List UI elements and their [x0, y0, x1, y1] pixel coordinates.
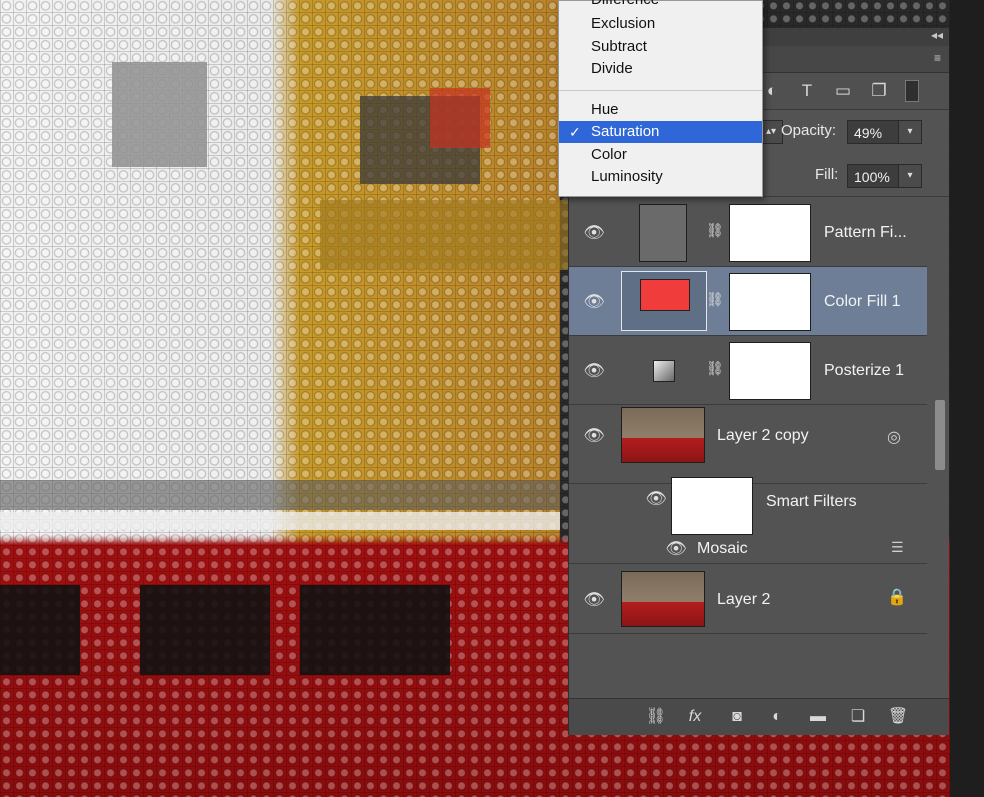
smart-filter-indicator-icon: ◎	[887, 429, 901, 446]
canvas-block-gray-band	[0, 480, 560, 510]
visibility-eye-icon[interactable]: 👁	[583, 425, 605, 447]
menu-item-divide[interactable]: Divide	[559, 58, 762, 80]
link-chain-icon[interactable]: ⛓	[706, 222, 724, 244]
link-chain-icon[interactable]: ⛓	[706, 291, 724, 313]
menu-item-exclusion[interactable]: Exclusion	[559, 13, 762, 35]
opacity-input[interactable]: 49%	[847, 120, 905, 144]
smart-filters-row[interactable]: 👁 Smart Filters	[569, 477, 927, 535]
panel-menu-icon[interactable]: ≡	[934, 51, 941, 65]
layer-name[interactable]: Pattern Fi...	[824, 224, 907, 242]
layers-panel-bottom-bar: ⛓ fx ◙ ◐ ▬ ❏ 🗑	[569, 698, 949, 735]
posterize-icon	[653, 360, 675, 382]
opacity-dropdown-icon[interactable]: ▾	[898, 120, 922, 144]
collapse-icon[interactable]: ◂◂	[931, 28, 943, 42]
adjustment-icon[interactable]: ◐	[765, 706, 789, 728]
filter-mask-thumb[interactable]	[671, 477, 753, 535]
fill-dropdown-icon[interactable]: ▾	[898, 164, 922, 188]
fill-input[interactable]: 100%	[847, 164, 905, 188]
canvas-block-black-mid	[140, 585, 270, 675]
filter-name[interactable]: Mosaic	[697, 540, 748, 558]
menu-item-difference[interactable]: Difference	[559, 0, 762, 11]
shape-filter-icon[interactable]: ▭	[832, 80, 854, 102]
canvas-block-black-left	[0, 585, 80, 675]
layer-name[interactable]: Layer 2 copy	[717, 427, 809, 445]
visibility-eye-icon[interactable]: 👁	[665, 538, 687, 560]
pattern-fill-thumb	[639, 204, 687, 262]
photo-thumb	[621, 571, 705, 627]
visibility-eye-icon[interactable]: 👁	[583, 360, 605, 382]
visibility-eye-icon[interactable]: 👁	[583, 589, 605, 611]
visibility-eye-icon[interactable]: 👁	[583, 291, 605, 313]
link-icon[interactable]: ⛓	[644, 706, 668, 728]
canvas-block-black-right	[300, 585, 450, 675]
layer-mask-thumb[interactable]	[729, 204, 811, 262]
new-layer-icon[interactable]: ❏	[846, 706, 870, 728]
check-icon: ✓	[569, 124, 581, 140]
lock-icon: 🔒	[887, 589, 907, 606]
filter-toggle-icon[interactable]	[905, 80, 919, 102]
canvas-block-red	[430, 88, 490, 148]
menu-item-hue[interactable]: Hue	[559, 99, 762, 121]
menu-item-color[interactable]: Color	[559, 144, 762, 166]
text-filter-icon[interactable]: T	[796, 80, 818, 102]
fill-label: Fill:	[815, 166, 839, 183]
visibility-eye-icon[interactable]: 👁	[645, 488, 667, 510]
panel-scrollbar[interactable]	[935, 400, 945, 470]
smart-filters-label: Smart Filters	[766, 493, 857, 510]
fx-icon[interactable]: fx	[683, 706, 707, 728]
smart-object-filter-icon[interactable]: ❐	[868, 80, 890, 102]
layer-mask-thumb[interactable]	[729, 273, 811, 331]
menu-item-label: Saturation	[591, 123, 660, 140]
layer-row-layer-2[interactable]: 👁 Layer 2 🔒	[569, 565, 927, 634]
layer-row-color-fill-1[interactable]: 👁 ⛓ Color Fill 1	[569, 267, 927, 336]
canvas-block-white-band	[0, 512, 560, 530]
layer-mask-thumb[interactable]	[729, 342, 811, 400]
opacity-label: Opacity:	[781, 122, 837, 139]
visibility-eye-icon[interactable]: 👁	[583, 222, 605, 244]
layer-row-posterize-1[interactable]: 👁 ⛓ Posterize 1	[569, 336, 927, 405]
menu-item-luminosity[interactable]: Luminosity	[559, 166, 762, 188]
folder-icon[interactable]: ▬	[806, 706, 830, 728]
canvas-block-right-strip	[950, 0, 984, 797]
filter-options-icon[interactable]: ☰	[891, 539, 904, 556]
blend-mode-dropdown: Difference Exclusion Subtract Divide Hue…	[558, 0, 763, 197]
color-fill-thumb-frame	[621, 271, 707, 331]
layer-name[interactable]: Layer 2	[717, 591, 770, 609]
adjustment-filter-icon[interactable]: ◐	[761, 80, 783, 102]
filter-row-mosaic[interactable]: 👁 Mosaic ☰	[569, 535, 927, 564]
color-fill-swatch	[640, 279, 690, 311]
photo-thumb	[621, 407, 705, 463]
menu-separator	[559, 90, 762, 91]
mask-icon[interactable]: ◙	[725, 706, 749, 728]
layer-row-layer-2-copy[interactable]: 👁 Layer 2 copy ◎	[569, 405, 927, 484]
trash-icon[interactable]: 🗑	[886, 706, 910, 728]
menu-item-saturation[interactable]: ✓ Saturation	[559, 121, 762, 143]
link-chain-icon[interactable]: ⛓	[706, 360, 724, 382]
layer-name[interactable]: Color Fill 1	[824, 293, 900, 311]
layer-name[interactable]: Posterize 1	[824, 362, 904, 380]
canvas-block-olive	[320, 200, 570, 270]
menu-item-subtract[interactable]: Subtract	[559, 36, 762, 58]
canvas-block-gray-window	[112, 62, 207, 167]
layer-row-pattern-fill[interactable]: 👁 ⛓ Pattern Fi...	[569, 198, 927, 267]
